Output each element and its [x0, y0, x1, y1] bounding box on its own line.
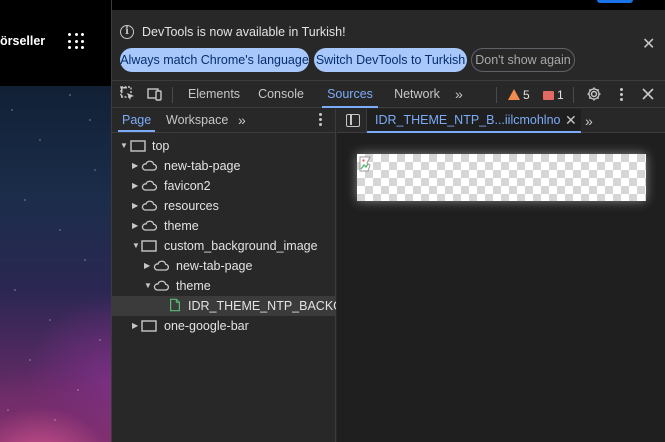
- tree-item-label: custom_background_image: [164, 239, 318, 253]
- collapsed-arrow-icon[interactable]: ▶: [132, 316, 140, 336]
- collapsed-arrow-icon[interactable]: ▶: [144, 256, 152, 276]
- more-tabs-chevron-icon[interactable]: »: [455, 87, 463, 101]
- more-editor-tabs-chevron-icon[interactable]: »: [585, 113, 593, 129]
- errors-counter[interactable]: 1: [543, 88, 564, 102]
- tree-item-label: favicon2: [164, 179, 211, 193]
- tab-network[interactable]: Network: [391, 81, 443, 108]
- file-icon: [170, 298, 180, 312]
- tab-workspace[interactable]: Workspace: [166, 109, 228, 132]
- expanded-arrow-icon[interactable]: ▼: [120, 136, 128, 156]
- infobar-message: DevTools is now available in Turkish!: [142, 25, 346, 39]
- tree-item-label: theme: [164, 219, 199, 233]
- toolbar-separator: [496, 87, 497, 103]
- tab-elements[interactable]: Elements: [184, 81, 244, 108]
- warning-icon: [508, 89, 520, 100]
- toolbar-separator: [172, 87, 173, 103]
- tree-item-resources[interactable]: ▶ resources: [112, 196, 336, 216]
- language-infobar: i DevTools is now available in Turkish! …: [112, 10, 665, 80]
- inspect-element-icon[interactable]: [120, 86, 136, 102]
- tree-item-new-tab-page-nested[interactable]: ▶ new-tab-page: [112, 256, 336, 276]
- toolbar-separator: [573, 87, 574, 103]
- cloud-icon: [153, 280, 169, 291]
- infobar-close-button[interactable]: ✕: [642, 37, 655, 53]
- frame-icon: [141, 320, 157, 332]
- window-top-strip: [112, 0, 665, 10]
- tree-item-label: one-google-bar: [164, 319, 249, 333]
- tree-item-top[interactable]: ▼ top: [112, 136, 336, 156]
- tree-item-label: theme: [176, 279, 211, 293]
- close-tab-icon[interactable]: ✕: [565, 112, 577, 128]
- info-icon: i: [120, 25, 134, 39]
- tab-sources[interactable]: Sources: [322, 81, 378, 108]
- error-icon: [543, 91, 554, 100]
- devtools-toolbar: Elements Console Sources Network » 5 1: [112, 80, 665, 108]
- more-options-icon[interactable]: [620, 88, 623, 103]
- file-tab-idr-theme[interactable]: IDR_THEME_NTP_B...iilcmohlnohnjl ✕: [367, 109, 581, 133]
- frame-icon: [141, 240, 157, 252]
- tab-page[interactable]: Page: [117, 109, 156, 132]
- tree-item-label: top: [152, 139, 170, 153]
- images-link[interactable]: örseller: [0, 34, 45, 48]
- toggle-navigator-icon[interactable]: [346, 114, 360, 127]
- tree-item-label: IDR_THEME_NTP_BACKGROUND: [188, 299, 336, 313]
- tree-item-favicon2[interactable]: ▶ favicon2: [112, 176, 336, 196]
- always-match-language-button[interactable]: Always match Chrome's language: [120, 48, 309, 72]
- cloud-icon: [141, 160, 157, 171]
- expanded-arrow-icon[interactable]: ▼: [132, 236, 140, 256]
- tab-console[interactable]: Console: [255, 81, 307, 108]
- gear-icon[interactable]: [586, 86, 602, 102]
- warnings-count: 5: [523, 88, 530, 102]
- image-preview: [357, 154, 646, 201]
- navigator-tabs: Page Workspace »: [112, 109, 336, 133]
- cloud-icon: [141, 220, 157, 231]
- file-tab-label: IDR_THEME_NTP_B...iilcmohlnohnjl: [375, 113, 560, 127]
- expanded-arrow-icon[interactable]: ▼: [144, 276, 152, 296]
- tree-item-one-google-bar[interactable]: ▶ one-google-bar: [112, 316, 336, 336]
- navigator-more-options-icon[interactable]: [319, 113, 322, 128]
- editor-tabs: IDR_THEME_NTP_B...iilcmohlnohnjl ✕ »: [337, 109, 665, 133]
- close-devtools-icon[interactable]: [640, 86, 656, 102]
- tree-item-new-tab-page[interactable]: ▶ new-tab-page: [112, 156, 336, 176]
- switch-to-turkish-button[interactable]: Switch DevTools to Turkish: [314, 48, 467, 72]
- dont-show-again-button[interactable]: Don't show again: [471, 48, 575, 72]
- frame-icon: [130, 140, 146, 152]
- more-navigator-tabs-chevron-icon[interactable]: »: [238, 113, 246, 127]
- cloud-icon: [141, 180, 157, 191]
- collapsed-arrow-icon[interactable]: ▶: [132, 216, 140, 236]
- warnings-counter[interactable]: 5: [508, 88, 530, 102]
- sources-navigator: Page Workspace » ▼ top ▶ new-tab-page ▶ …: [112, 109, 336, 442]
- sources-editor: IDR_THEME_NTP_B...iilcmohlnohnjl ✕ »: [337, 109, 665, 442]
- errors-count: 1: [557, 88, 564, 102]
- cloud-icon: [141, 200, 157, 211]
- tree-item-label: new-tab-page: [176, 259, 253, 273]
- cloud-icon: [153, 260, 169, 271]
- new-tab-page-background: örseller: [0, 0, 111, 442]
- tree-item-label: resources: [164, 199, 219, 213]
- tree-item-custom-background-image[interactable]: ▼ custom_background_image: [112, 236, 336, 256]
- profile-indicator: [597, 0, 633, 3]
- tree-item-theme[interactable]: ▶ theme: [112, 216, 336, 236]
- broken-image-icon: [359, 156, 371, 172]
- tree-item-idr-theme-ntp-background[interactable]: IDR_THEME_NTP_BACKGROUND: [112, 296, 336, 316]
- apps-grid-icon[interactable]: [68, 33, 84, 49]
- devtools-panel: i DevTools is now available in Turkish! …: [111, 0, 665, 442]
- collapsed-arrow-icon[interactable]: ▶: [132, 156, 140, 176]
- tree-item-theme-nested[interactable]: ▼ theme: [112, 276, 336, 296]
- collapsed-arrow-icon[interactable]: ▶: [132, 176, 140, 196]
- page-header: örseller: [0, 0, 111, 86]
- collapsed-arrow-icon[interactable]: ▶: [132, 196, 140, 216]
- device-toolbar-icon[interactable]: [147, 86, 163, 102]
- tree-item-label: new-tab-page: [164, 159, 241, 173]
